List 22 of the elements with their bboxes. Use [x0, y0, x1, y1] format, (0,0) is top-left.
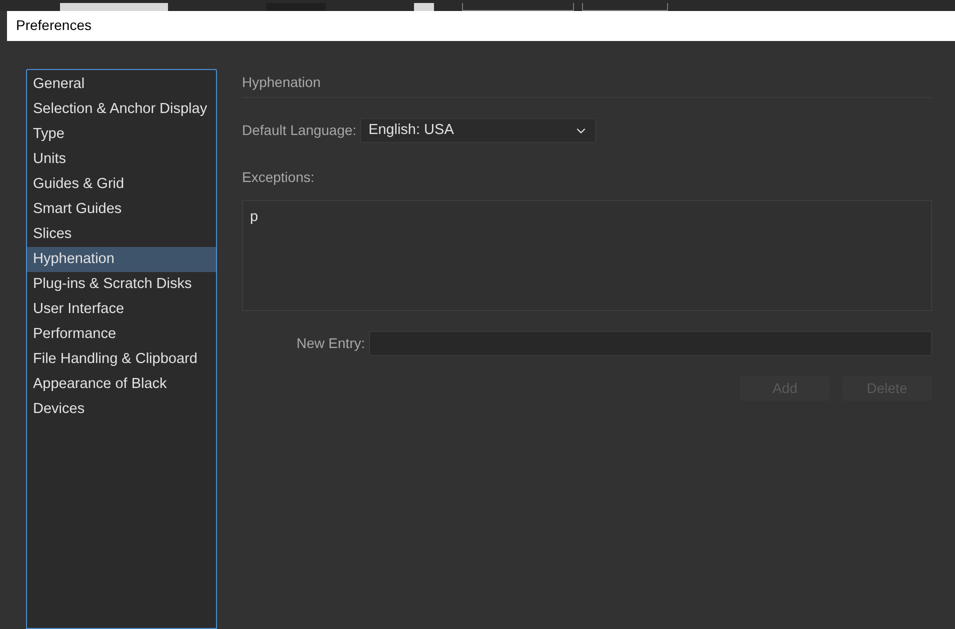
toolbar-control — [414, 2, 434, 11]
sidebar-item[interactable]: Selection & Anchor Display — [27, 97, 216, 122]
language-dropdown[interactable]: English: USA — [360, 118, 596, 143]
sidebar-item[interactable]: General — [27, 72, 216, 97]
field-label: Default Language: — [242, 121, 356, 140]
sidebar-item[interactable]: File Handling & Clipboard — [27, 347, 216, 372]
sidebar-item[interactable]: Appearance of Black — [27, 372, 216, 397]
sidebar-item[interactable]: Hyphenation — [27, 247, 216, 272]
window-title: Preferences — [16, 16, 92, 36]
sidebar-item[interactable]: Smart Guides — [27, 197, 216, 222]
field-label: Exceptions: — [242, 168, 314, 187]
sidebar-item[interactable]: Units — [27, 147, 216, 172]
exceptions-text-area[interactable]: p — [242, 200, 932, 311]
sidebar-item[interactable]: Plug-ins & Scratch Disks — [27, 272, 216, 297]
sidebar-item[interactable]: User Interface — [27, 297, 216, 322]
sidebar-item[interactable]: Type — [27, 122, 216, 147]
sidebar-item[interactable]: Performance — [27, 322, 216, 347]
section-heading: Hyphenation — [242, 74, 321, 90]
sidebar-item[interactable]: Guides & Grid — [27, 172, 216, 197]
sidebar-item[interactable]: Slices — [27, 222, 216, 247]
sidebar-item[interactable]: Devices — [27, 397, 216, 422]
field-label: New Entry: — [296, 334, 365, 353]
